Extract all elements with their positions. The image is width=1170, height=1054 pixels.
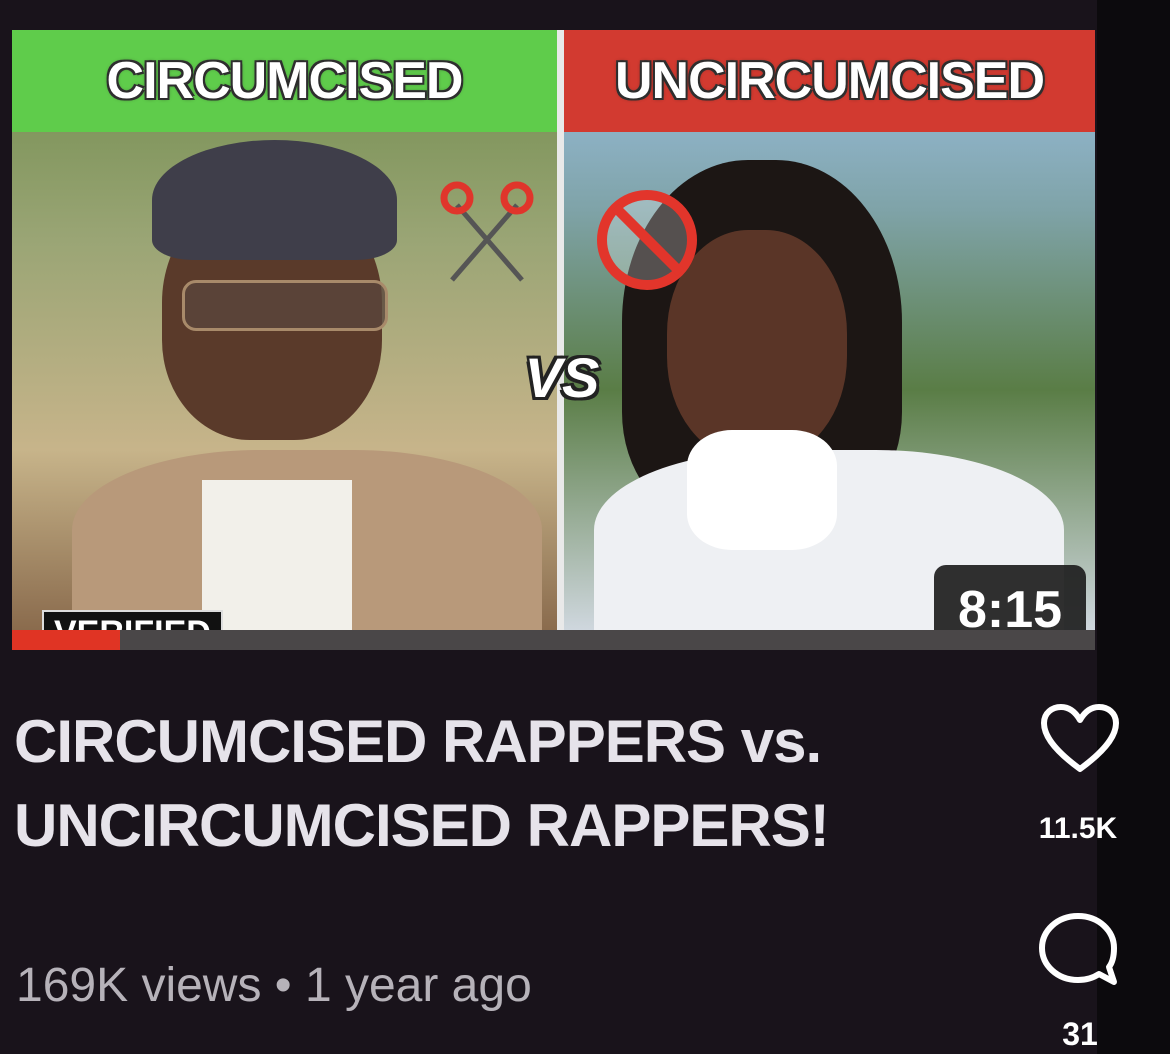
like-count: 11.5K (1038, 812, 1118, 845)
right-person-head (667, 230, 847, 460)
prohibited-icon (597, 190, 697, 290)
left-person-glasses (182, 280, 388, 331)
scissors-icon (437, 180, 537, 305)
thumbnail-divider (557, 30, 564, 630)
comment-count: 31 (1062, 1016, 1098, 1052)
comment-bubble-icon[interactable] (1036, 910, 1120, 990)
video-title-line-1: CIRCUMCISED RAPPERS vs. (14, 708, 822, 775)
left-person-cap (152, 140, 397, 260)
right-label-banner: UNCIRCUMCISED (564, 30, 1095, 132)
right-label-text: UNCIRCUMCISED (615, 52, 1045, 110)
left-label-text: CIRCUMCISED (106, 52, 464, 110)
video-metadata: 169K views • 1 year ago (16, 959, 532, 1012)
heart-icon[interactable] (1040, 703, 1120, 775)
video-card[interactable]: CIRCUMCISED UNCIRCUMCISED VS VERIFIED 8:… (0, 0, 1097, 1054)
video-thumbnail[interactable]: CIRCUMCISED UNCIRCUMCISED VS VERIFIED 8:… (12, 30, 1095, 650)
left-label-banner: CIRCUMCISED (12, 30, 557, 132)
side-strip (1097, 0, 1170, 1054)
right-person-turtleneck (687, 430, 837, 550)
watch-progress-fill (12, 630, 121, 650)
vs-badge: VS (524, 345, 600, 409)
left-person-shirt (202, 480, 352, 630)
video-title-line-2: UNCIRCUMCISED RAPPERS! (14, 792, 830, 859)
video-title[interactable]: CIRCUMCISED RAPPERS vs. UNCIRCUMCISED RA… (14, 700, 994, 868)
watch-progress-bar (12, 630, 1095, 650)
